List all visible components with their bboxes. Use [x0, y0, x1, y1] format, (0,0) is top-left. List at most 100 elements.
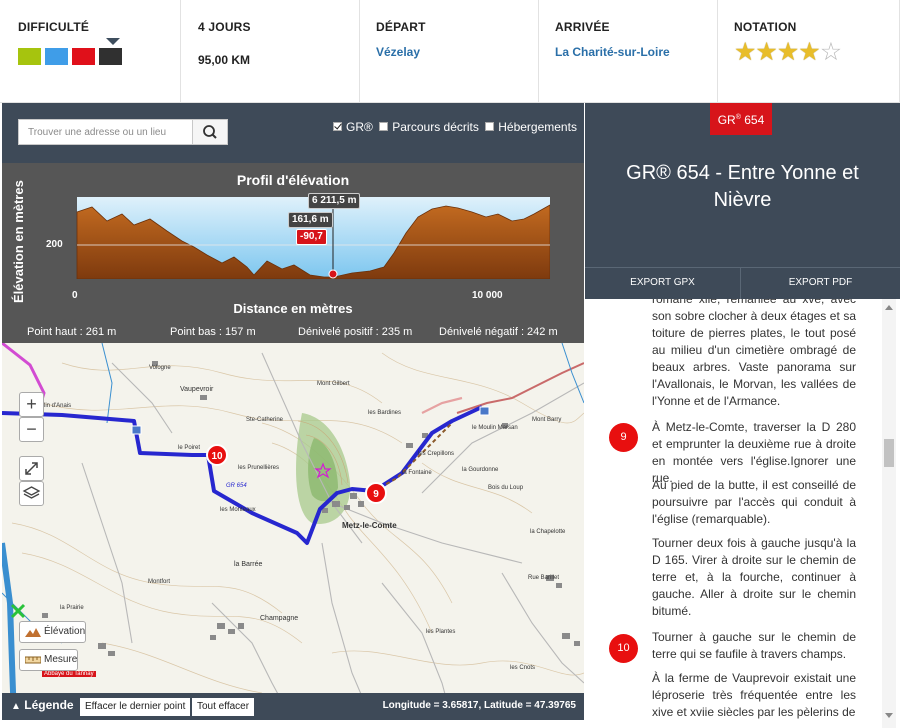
arrival-stat: ARRIVÉE La Charité-sur-Loire: [539, 0, 718, 103]
map-bottom-bar: ▲ Légende Effacer le dernier point Tout …: [2, 693, 584, 720]
map-label-la-prairie: la Prairie: [60, 605, 84, 611]
filter-hebergements[interactable]: Hébergements: [485, 120, 577, 134]
map-marker-9[interactable]: 9: [365, 482, 387, 504]
legend-label: Légende: [24, 698, 74, 712]
map-canvas[interactable]: 10 9: [2, 343, 584, 720]
legend-toggle-button[interactable]: ▲ Légende: [11, 698, 74, 712]
profile-x-tick-10000: 10 000: [472, 290, 503, 301]
export-pdf-button[interactable]: EXPORT PDF: [741, 268, 900, 300]
profile-title: Profil d'élévation: [236, 172, 350, 188]
star-filled-icon[interactable]: ★: [798, 38, 820, 66]
gr-badge-prefix: GR: [717, 113, 736, 127]
checkbox-icon[interactable]: [485, 122, 495, 131]
positive-elevation: Dénivelé positif : 235 m: [298, 326, 413, 338]
layers-icon: [22, 486, 41, 499]
difficulty-level-4: [99, 48, 122, 65]
duration-stat: 4 JOURS 95,00 KM: [181, 0, 360, 103]
gr-badge-number: 654: [744, 113, 765, 127]
measure-label: Mesure: [44, 654, 78, 665]
export-gpx-button[interactable]: EXPORT GPX: [585, 268, 741, 300]
map-label-abbaye: Abbaye du Tannay: [42, 671, 96, 677]
map-label-gr654: GR 654: [226, 483, 247, 489]
difficulty-level-1: [18, 48, 41, 65]
clear-all-button[interactable]: Tout effacer: [192, 698, 255, 716]
elevation-toggle-button[interactable]: Élévation: [19, 621, 87, 643]
layer-filters: GR® Parcours décrits Hébergements: [333, 120, 580, 134]
map-label-bardines: les Bardines: [368, 410, 402, 416]
star-filled-icon[interactable]: ★: [755, 38, 777, 66]
measure-button[interactable]: Mesure: [19, 649, 79, 671]
elevation-icon: [25, 628, 41, 637]
filter-gr-label: GR®: [346, 120, 373, 134]
zoom-out-button[interactable]: −: [19, 417, 44, 442]
map-label-la-barree: la Barrée: [234, 561, 263, 568]
elevation-toggle-label: Élévation: [44, 626, 86, 637]
departure-link[interactable]: Vézelay: [376, 45, 420, 59]
star-filled-icon[interactable]: ★: [734, 38, 756, 66]
address-search-input[interactable]: [19, 120, 192, 144]
layers-button[interactable]: [19, 481, 44, 506]
rating-label: NOTATION: [734, 20, 797, 34]
profile-cursor-marker: [328, 269, 338, 279]
search-button[interactable]: [192, 120, 227, 144]
route-steps[interactable]: romane xiie, remaniée au xve, avec son s…: [585, 299, 882, 728]
map-marker-10[interactable]: 10: [206, 444, 228, 466]
checkbox-checked-icon[interactable]: [333, 122, 342, 131]
star-empty-icon[interactable]: ☆: [820, 38, 842, 66]
scrollbar-thumb[interactable]: [884, 439, 894, 467]
map-label-mont-gilbert: Mont Gilbert: [317, 381, 350, 387]
arrival-link[interactable]: La Charité-sur-Loire: [555, 45, 670, 59]
difficulty-label: DIFFICULTÉ: [18, 20, 90, 34]
map-toolbar: GR® Parcours décrits Hébergements: [2, 103, 584, 163]
filter-parcours[interactable]: Parcours décrits: [379, 120, 479, 134]
low-point: Point bas : 157 m: [170, 326, 256, 338]
departure-stat: DÉPART Vézelay: [360, 0, 539, 103]
clear-last-point-button[interactable]: Effacer le dernier point: [80, 698, 191, 716]
map-marker-9-label: 9: [373, 489, 379, 500]
rating-stars[interactable]: ★★★★☆: [734, 38, 842, 66]
fullscreen-button[interactable]: [19, 456, 44, 481]
arrival-label: ARRIVÉE: [555, 20, 610, 34]
elevation-profile: Profil d'élévation Élévation en mètres 2…: [2, 163, 584, 343]
triangle-up-icon: ▲: [11, 701, 21, 712]
map-panel: GR® Parcours décrits Hébergements Profil…: [2, 103, 584, 720]
trail-stats-bar: DIFFICULTÉ 4 JOURS 95,00 KM DÉPART Vézel…: [0, 0, 900, 103]
filter-parcours-label: Parcours décrits: [392, 120, 479, 134]
departure-label: DÉPART: [376, 20, 426, 34]
star-filled-icon[interactable]: ★: [777, 38, 799, 66]
address-search: [18, 119, 228, 145]
route-title: GR® 654 - Entre Yonne et Nièvre: [626, 162, 859, 211]
export-buttons: EXPORT GPX EXPORT PDF: [585, 267, 900, 300]
map-label-poiret: le Poiret: [178, 445, 201, 451]
profile-tooltip-delta: -90,7: [296, 229, 327, 245]
zoom-in-button[interactable]: +: [19, 392, 44, 417]
topographic-map[interactable]: 10 9 Vaupevroir Metz-le-Comte la Barrée …: [2, 343, 584, 720]
map-label-ste-catherine: Ste-Catherine: [246, 417, 284, 423]
map-marker-10-label: 10: [211, 451, 223, 462]
filter-gr[interactable]: GR®: [333, 120, 373, 134]
gr-badge: GR® 654: [710, 103, 772, 135]
map-label-cnots: les Cnots: [510, 665, 536, 671]
profile-x-tick-0: 0: [72, 290, 78, 301]
steps-scrollbar[interactable]: [882, 299, 896, 728]
step-9-badge: 9: [609, 423, 638, 452]
step-10-text-2: À la ferme de Vauprevoir existait une lé…: [652, 671, 856, 719]
checkbox-icon[interactable]: [379, 122, 389, 131]
high-point: Point haut : 261 m: [27, 326, 117, 338]
distance-value: 95,00 KM: [198, 53, 251, 67]
map-label-gourdonne: la Gourdonne: [462, 467, 499, 473]
map-label-montfort: Montfort: [148, 579, 171, 585]
map-label-bois-du-loup: Bois du Loup: [488, 485, 524, 491]
duration-label: 4 JOURS: [198, 20, 251, 34]
map-label-mont-barry: Mont Barry: [532, 417, 562, 423]
map-label-chapelotte: la Chapelotte: [530, 529, 566, 535]
route-header: GR® 654 GR® 654 - Entre Yonne et Nièvre …: [585, 103, 900, 300]
scroll-down-icon[interactable]: [885, 713, 893, 718]
scroll-up-icon[interactable]: [885, 305, 893, 310]
map-label-metz: Metz-le-Comte: [342, 521, 397, 530]
difficulty-level-3: [72, 48, 95, 65]
search-icon: [203, 125, 217, 139]
map-label-rue-barillet: Rue Barillet: [528, 575, 560, 581]
map-label-monteaux: les Monteaux: [220, 507, 256, 513]
fullscreen-icon: [25, 462, 38, 475]
